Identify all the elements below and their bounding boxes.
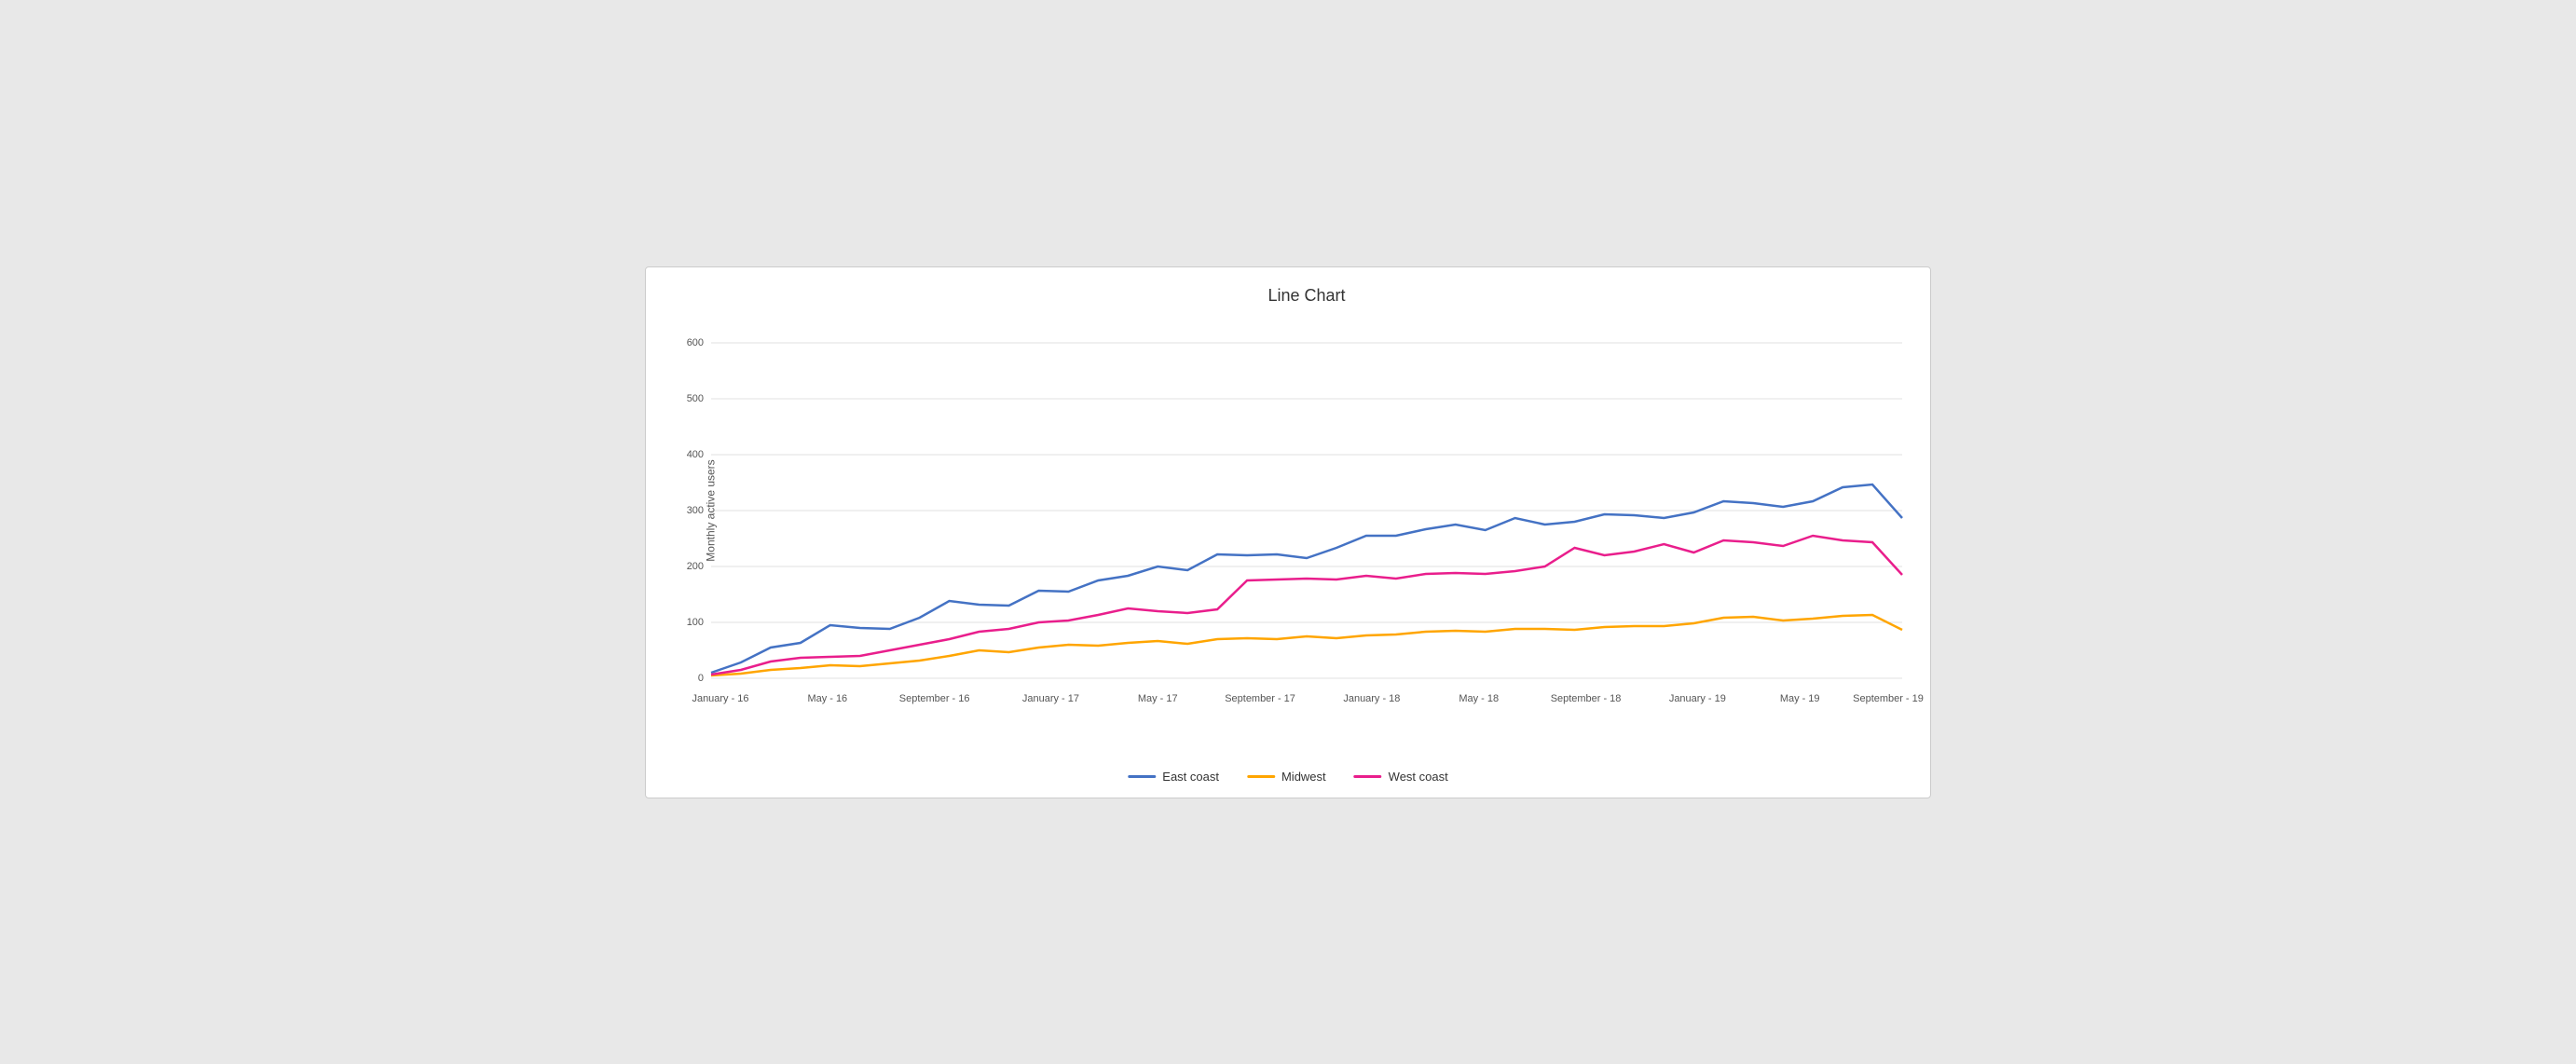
svg-text:September - 16: September - 16 xyxy=(899,692,970,703)
svg-text:January - 18: January - 18 xyxy=(1343,692,1400,703)
svg-text:100: 100 xyxy=(687,616,704,627)
svg-text:May - 18: May - 18 xyxy=(1459,692,1499,703)
west-coast-label: West coast xyxy=(1389,770,1448,784)
svg-text:January - 16: January - 16 xyxy=(692,692,748,703)
svg-text:200: 200 xyxy=(687,560,704,571)
chart-title: Line Chart xyxy=(711,286,1902,306)
legend-item-midwest: Midwest xyxy=(1247,770,1326,784)
svg-text:300: 300 xyxy=(687,504,704,515)
east-coast-legend-line xyxy=(1128,775,1156,778)
west-coast-legend-line xyxy=(1354,775,1382,778)
legend-item-east-coast: East coast xyxy=(1128,770,1219,784)
legend: East coast Midwest West coast xyxy=(1128,770,1447,784)
svg-text:May - 17: May - 17 xyxy=(1138,692,1178,703)
svg-text:January - 17: January - 17 xyxy=(1022,692,1079,703)
main-chart-svg: 0 100 200 300 400 500 600 January - 16 M… xyxy=(711,315,1902,706)
chart-area: Monthly active users 0 100 200 300 400 5… xyxy=(711,315,1902,706)
svg-text:500: 500 xyxy=(687,392,704,403)
legend-item-west-coast: West coast xyxy=(1354,770,1448,784)
y-axis-label: Monthly active users xyxy=(705,459,718,561)
east-coast-label: East coast xyxy=(1162,770,1219,784)
midwest-label: Midwest xyxy=(1281,770,1326,784)
svg-text:September - 17: September - 17 xyxy=(1225,692,1295,703)
svg-text:September - 19: September - 19 xyxy=(1853,692,1924,703)
svg-text:September - 18: September - 18 xyxy=(1551,692,1622,703)
chart-container: Line Chart Monthly active users 0 100 20… xyxy=(645,266,1931,798)
midwest-line xyxy=(711,615,1902,675)
svg-text:600: 600 xyxy=(687,336,704,348)
west-coast-line xyxy=(711,536,1902,675)
svg-text:400: 400 xyxy=(687,448,704,459)
svg-text:May - 19: May - 19 xyxy=(1780,692,1820,703)
svg-text:January - 19: January - 19 xyxy=(1669,692,1726,703)
midwest-legend-line xyxy=(1247,775,1275,778)
svg-text:May - 16: May - 16 xyxy=(807,692,847,703)
svg-text:0: 0 xyxy=(698,672,704,683)
